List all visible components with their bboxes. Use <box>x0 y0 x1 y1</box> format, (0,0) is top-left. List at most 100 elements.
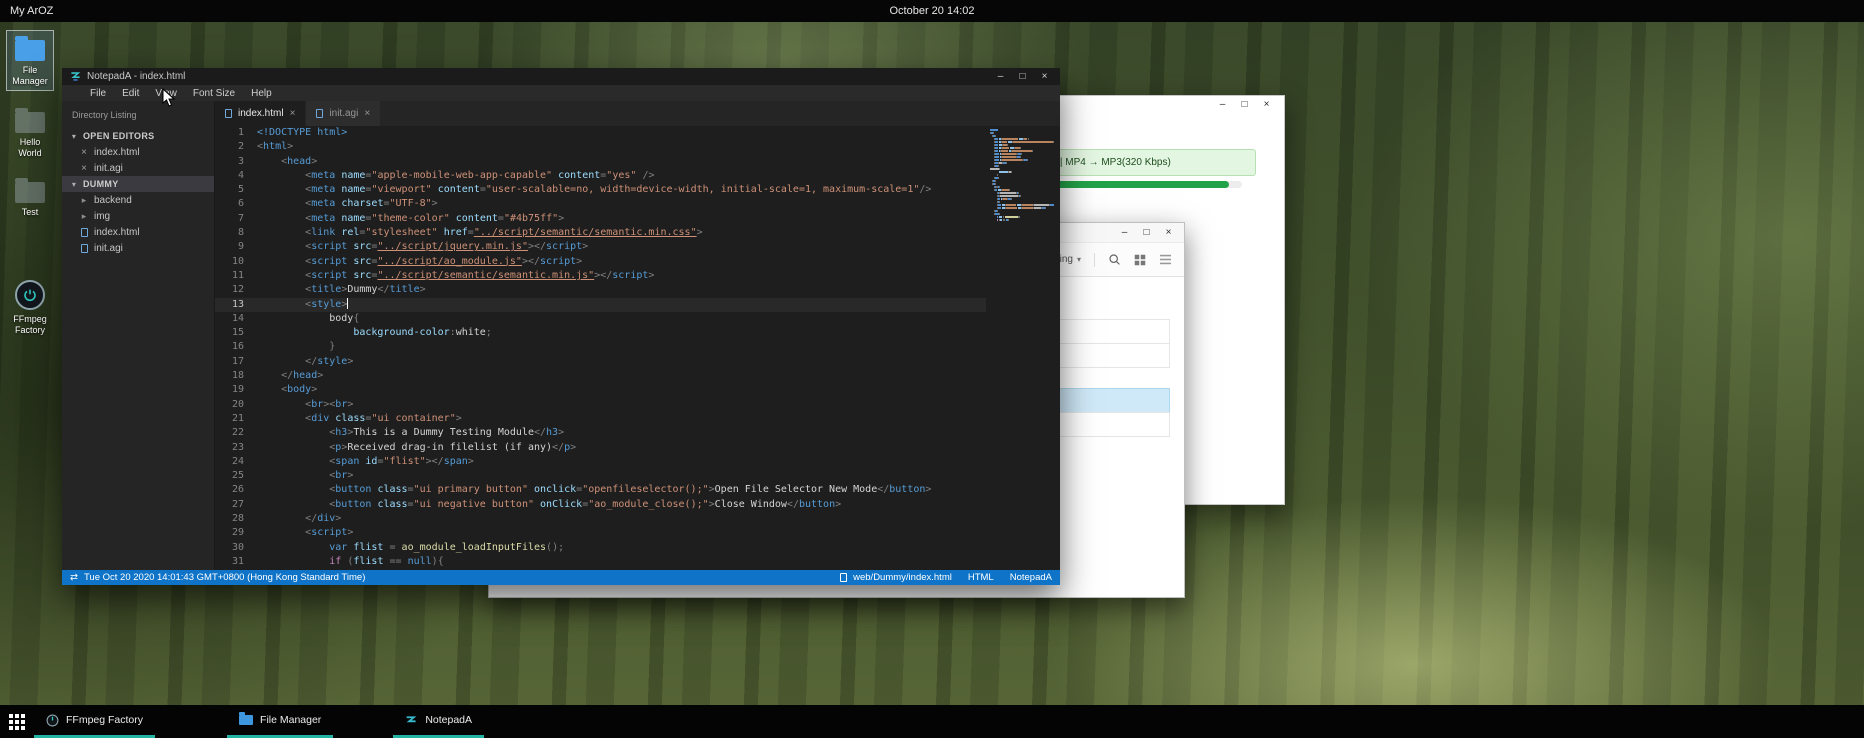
taskbar-item-file-manager[interactable]: File Manager <box>227 705 333 738</box>
tree-item-init-agi[interactable]: × init.agi <box>62 160 214 176</box>
line-number: 22 <box>215 426 257 440</box>
code-line[interactable]: 1<!DOCTYPE html> <box>215 126 986 140</box>
code-line[interactable]: 16 } <box>215 340 986 354</box>
code-line[interactable]: 4 <meta name="apple-mobile-web-app-capab… <box>215 169 986 183</box>
minimap-line <box>990 210 1054 212</box>
line-number: 24 <box>215 455 257 469</box>
tab-init-agi[interactable]: init.agi× <box>306 101 381 126</box>
code-line[interactable]: 10 <script src="../script/ao_module.js">… <box>215 255 986 269</box>
maximize-button[interactable]: □ <box>1139 228 1154 238</box>
tree-item-index-html[interactable]: ×index.html <box>62 144 214 160</box>
code-line[interactable]: 7 <meta name="theme-color" content="#4b7… <box>215 212 986 226</box>
tree-item-label: init.agi <box>94 163 123 174</box>
code-line[interactable]: 28 </div> <box>215 512 986 526</box>
grid-view-icon[interactable] <box>1134 254 1146 266</box>
folder-icon <box>239 715 253 725</box>
minimap-line <box>990 219 1054 221</box>
folder-icon <box>15 112 45 133</box>
tree-item-index-html[interactable]: index.html <box>62 224 214 240</box>
code-text: <head> <box>257 155 317 169</box>
close-icon[interactable]: × <box>290 108 296 119</box>
list-view-icon[interactable] <box>1159 254 1172 265</box>
app-launcher-button[interactable] <box>0 705 34 738</box>
code-line[interactable]: 23 <p>Received drag-in filelist (if any)… <box>215 441 986 455</box>
code-line[interactable]: 24 <span id="flist"></span> <box>215 455 986 469</box>
window-titlebar[interactable]: NotepadA - index.html – □ × <box>62 68 1060 85</box>
code-line[interactable]: 26 <button class="ui primary button" onc… <box>215 483 986 497</box>
code-line[interactable]: 14 body{ <box>215 312 986 326</box>
notepada-window[interactable]: NotepadA - index.html – □ × FileEditView… <box>62 68 1060 585</box>
notepada-icon <box>405 714 418 727</box>
search-icon[interactable] <box>1108 253 1121 266</box>
status-language[interactable]: HTML <box>968 572 994 583</box>
close-icon[interactable]: × <box>79 147 89 158</box>
desktop-icon-hello-world[interactable]: Hello World <box>6 102 54 163</box>
code-line[interactable]: 5 <meta name="viewport" content="user-sc… <box>215 183 986 197</box>
tree-item-label: index.html <box>94 227 140 238</box>
code-text: <br><br> <box>257 398 353 412</box>
code-line[interactable]: 21 <div class="ui container"> <box>215 412 986 426</box>
code-line[interactable]: 12 <title>Dummy</title> <box>215 283 986 297</box>
aroz-menu[interactable]: My ArOZ <box>0 5 53 17</box>
code-line[interactable]: 27 <button class="ui negative button" on… <box>215 498 986 512</box>
code-line[interactable]: 20 <br><br> <box>215 398 986 412</box>
code-line[interactable]: 22 <h3>This is a Dummy Testing Module</h… <box>215 426 986 440</box>
menu-file[interactable]: File <box>82 88 114 99</box>
close-button[interactable]: × <box>1161 228 1176 238</box>
minimize-button[interactable]: – <box>1215 100 1230 110</box>
tree-section-open-editors[interactable]: ▾OPEN EDITORS <box>62 128 214 144</box>
code-line[interactable]: 15 background-color:white; <box>215 326 986 340</box>
code-line[interactable]: 30 var flist = ao_module_loadInputFiles(… <box>215 541 986 555</box>
sidebar-header: Directory Listing <box>62 101 214 128</box>
line-number: 4 <box>215 169 257 183</box>
taskbar-item-notepada[interactable]: NotepadA <box>393 705 484 738</box>
tree-section-dummy[interactable]: ▾DUMMY <box>62 176 214 192</box>
desktop: October 20 14:02 My ArOZ File ManagerHel… <box>0 0 1864 738</box>
close-button[interactable]: × <box>1259 100 1274 110</box>
code-line[interactable]: 6 <meta charset="UTF-8"> <box>215 197 986 211</box>
close-button[interactable]: × <box>1037 72 1052 82</box>
close-icon[interactable]: × <box>79 163 89 174</box>
status-appname: NotepadA <box>1010 572 1052 583</box>
minimap[interactable] <box>990 129 1054 570</box>
code-line[interactable]: 11 <script src="../script/semantic/seman… <box>215 269 986 283</box>
code-line[interactable]: 25 <br> <box>215 469 986 483</box>
desktop-icon-file-manager[interactable]: File Manager <box>6 30 54 91</box>
maximize-button[interactable]: □ <box>1237 100 1252 110</box>
code-line[interactable]: 13 <style> <box>215 298 986 312</box>
code-text: <html> <box>257 140 293 154</box>
minimap-line <box>990 153 1054 155</box>
minimize-button[interactable]: – <box>1117 228 1132 238</box>
minimap-line <box>990 207 1054 209</box>
menu-edit[interactable]: Edit <box>114 88 147 99</box>
menu-help[interactable]: Help <box>243 88 280 99</box>
tree-item-backend[interactable]: ▸backend <box>62 192 214 208</box>
tree-item-init-agi[interactable]: init.agi <box>62 240 214 256</box>
code-line[interactable]: 31 if (flist == null){ <box>215 555 986 569</box>
code-line[interactable]: 18 </head> <box>215 369 986 383</box>
minimize-button[interactable]: – <box>993 72 1008 82</box>
close-icon[interactable]: × <box>364 108 370 119</box>
desktop-icon-ffmpeg-factory[interactable]: FFmpeg Factory <box>6 276 54 340</box>
code-line[interactable]: 19 <body> <box>215 383 986 397</box>
minimap-line <box>990 180 1054 182</box>
code-line[interactable]: 9 <script src="../script/jquery.min.js">… <box>215 240 986 254</box>
code-line[interactable]: 17 </style> <box>215 355 986 369</box>
code-editor[interactable]: 1<!DOCTYPE html>2<html>3 <head>4 <meta n… <box>215 126 986 570</box>
code-line[interactable]: 2<html> <box>215 140 986 154</box>
desktop-icon-test[interactable]: Test <box>6 172 54 222</box>
sidebar: Directory Listing ▾OPEN EDITORS×index.ht… <box>62 101 215 570</box>
line-number: 19 <box>215 383 257 397</box>
notepada-logo-icon <box>70 71 81 82</box>
maximize-button[interactable]: □ <box>1015 72 1030 82</box>
tab-index-html[interactable]: index.html× <box>215 101 306 126</box>
code-text: <meta name="theme-color" content="#4b75f… <box>257 212 564 226</box>
file-icon <box>316 109 323 118</box>
code-line[interactable]: 8 <link rel="stylesheet" href="../script… <box>215 226 986 240</box>
menu-font-size[interactable]: Font Size <box>185 88 243 99</box>
tree-item-img[interactable]: ▸img <box>62 208 214 224</box>
minimap-line <box>990 138 1054 140</box>
code-line[interactable]: 29 <script> <box>215 526 986 540</box>
code-line[interactable]: 3 <head> <box>215 155 986 169</box>
taskbar-item-ffmpeg-factory[interactable]: FFmpeg Factory <box>34 705 155 738</box>
